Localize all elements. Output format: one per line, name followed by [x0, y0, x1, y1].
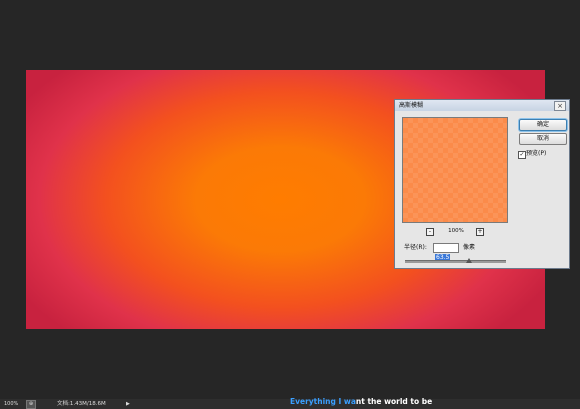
video-subtitle: Everything I want the world to be	[290, 397, 432, 407]
ok-button[interactable]: 确定	[519, 119, 567, 131]
preview-checkbox[interactable]: ✓	[518, 151, 526, 159]
dialog-title: 高斯模糊	[399, 102, 424, 109]
dialog-title-bar[interactable]: 高斯模糊 ×	[395, 100, 569, 111]
status-menu-arrow-icon[interactable]: ▶	[126, 399, 130, 409]
radius-input[interactable]: 63.5	[433, 243, 459, 262]
subtitle-highlighted-text: Everything I wa	[290, 397, 356, 406]
gaussian-blur-dialog: 高斯模糊 × - 100% + 确定 取消 ✓ 预览(P) 半径(R): 63.…	[394, 99, 570, 269]
preview-zoom-level: 100%	[448, 228, 464, 234]
radius-slider-thumb[interactable]	[466, 258, 472, 263]
radius-unit-label: 像素	[463, 244, 476, 251]
cancel-button[interactable]: 取消	[519, 133, 567, 145]
navigator-icon[interactable]: ⊕	[26, 400, 36, 409]
document-size-info: 文档:1.43M/18.6M	[57, 401, 106, 407]
radius-slider-track[interactable]	[405, 260, 506, 263]
blur-preview-pane[interactable]	[402, 117, 508, 223]
preview-checkbox-label: 预览(P)	[526, 150, 547, 157]
zoom-in-icon[interactable]: +	[476, 228, 484, 236]
close-icon[interactable]: ×	[554, 101, 566, 111]
zoom-out-icon[interactable]: -	[426, 228, 434, 236]
radius-label: 半径(R):	[404, 244, 427, 251]
status-zoom-level: 100%	[4, 401, 19, 407]
subtitle-text: nt the world to be	[355, 397, 433, 406]
